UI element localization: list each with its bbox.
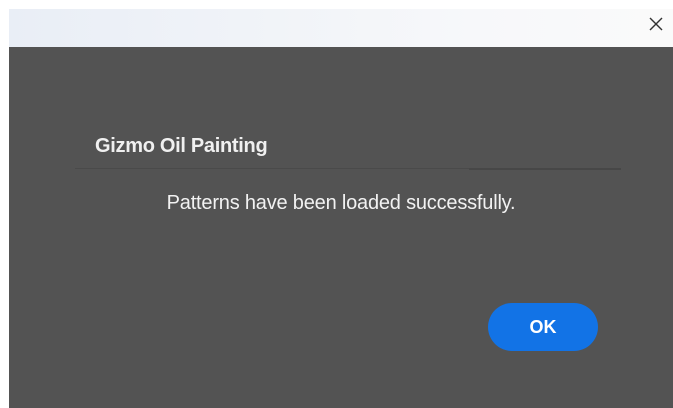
dialog-window: Gizmo Oil Painting Patterns have been lo… — [0, 0, 673, 408]
close-icon — [649, 17, 663, 31]
dialog-content: Gizmo Oil Painting Patterns have been lo… — [9, 47, 673, 408]
ok-button[interactable]: OK — [488, 303, 598, 351]
close-button[interactable] — [639, 9, 673, 39]
status-message: Patterns have been loaded successfully. — [166, 192, 516, 214]
plugin-title: Gizmo Oil Painting — [95, 135, 268, 157]
title-bar — [9, 9, 673, 47]
title-divider-accent — [469, 168, 621, 170]
